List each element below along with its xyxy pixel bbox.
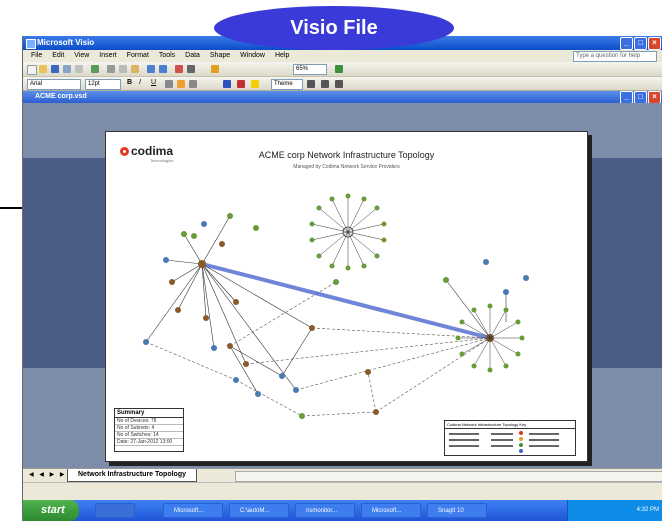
font-color-icon[interactable] — [223, 80, 231, 88]
start-button[interactable]: start — [23, 500, 79, 521]
quick-launch[interactable] — [95, 503, 135, 518]
paste-icon[interactable] — [131, 65, 139, 73]
formatting-toolbar: Arial 12pt B I U Theme — [23, 77, 662, 91]
shapes-icon[interactable] — [211, 65, 219, 73]
menu-window[interactable]: Window — [240, 52, 265, 59]
legend-heading: Codima Network Infrastructure Topology K… — [445, 421, 575, 429]
new-icon[interactable] — [27, 65, 37, 75]
summary-row: No of Switches: 14 — [115, 432, 183, 439]
line-ends-icon[interactable] — [335, 80, 343, 88]
redo-icon[interactable] — [159, 65, 167, 73]
legend-key: Codima Network Infrastructure Topology K… — [444, 420, 576, 456]
standard-toolbar: 65% — [23, 62, 662, 77]
theme-button[interactable]: Theme — [271, 79, 303, 90]
system-tray: 4:32 PM — [567, 500, 662, 521]
copy-icon[interactable] — [119, 65, 127, 73]
line-weight-icon[interactable] — [307, 80, 315, 88]
italic-button[interactable]: I — [139, 79, 147, 87]
print-icon[interactable] — [63, 65, 71, 73]
sheet-tab-bar: ◀ ◀ ▶ ▶ Network Infrastructure Topology — [23, 468, 662, 483]
menu-data[interactable]: Data — [185, 52, 200, 59]
undo-icon[interactable] — [147, 65, 155, 73]
visio-app-icon — [26, 39, 36, 49]
status-bar — [23, 482, 662, 501]
drawing-area: codima Technologies ACME corp Network In… — [23, 103, 662, 468]
menu-edit[interactable]: Edit — [52, 52, 64, 59]
clock: 4:32 PM — [636, 507, 659, 513]
help-search-input[interactable]: Type a question for help — [573, 51, 657, 62]
align-center-icon[interactable] — [177, 80, 185, 88]
align-left-icon[interactable] — [165, 80, 173, 88]
summary-row: Date: 27-Jan-2012 13:00 — [115, 439, 183, 446]
menu-insert[interactable]: Insert — [99, 52, 117, 59]
help-icon[interactable] — [335, 65, 343, 73]
taskbar-item[interactable]: Microsoft... — [163, 503, 223, 518]
top-star-cluster — [309, 193, 387, 271]
document-title: ACME corp.vsd — [35, 93, 87, 100]
summary-row: No of Subnets: 4 — [115, 425, 183, 432]
menu-format[interactable]: Format — [127, 52, 149, 59]
taskbar-item[interactable]: C:\autoM... — [229, 503, 289, 518]
summary-heading: Summary — [115, 409, 183, 418]
align-right-icon[interactable] — [189, 80, 197, 88]
bold-button[interactable]: B — [127, 79, 135, 87]
print-preview-icon[interactable] — [75, 65, 83, 73]
menu-file[interactable]: File — [31, 52, 42, 59]
fill-color-icon[interactable] — [251, 80, 259, 88]
save-icon[interactable] — [51, 65, 59, 73]
document-title-bar: ACME corp.vsd _ □ × — [23, 91, 662, 104]
open-icon[interactable] — [39, 65, 47, 73]
close-button[interactable]: × — [648, 37, 661, 50]
router-node — [198, 260, 206, 268]
taskbar-item[interactable]: Microsoft... — [361, 503, 421, 518]
diagram-title: ACME corp Network Infrastructure Topolog… — [258, 150, 435, 160]
minimize-button[interactable]: _ — [620, 37, 633, 50]
drawing-page[interactable]: codima Technologies ACME corp Network In… — [105, 131, 588, 462]
line-color-icon[interactable] — [237, 80, 245, 88]
window-title: Microsoft Visio — [37, 38, 95, 47]
sheet-nav-arrows[interactable]: ◀ ◀ ▶ ▶ — [29, 471, 66, 478]
connector-tool-icon[interactable] — [175, 65, 183, 73]
visio-file-callout: Visio File — [214, 6, 454, 50]
menu-bar: File Edit View Insert Format Tools Data … — [23, 50, 662, 62]
text-tool-icon[interactable] — [187, 65, 195, 73]
font-name-select[interactable]: Arial — [27, 79, 81, 90]
summary-row: No of Devices: 78 — [115, 418, 183, 425]
sheet-tab[interactable]: Network Infrastructure Topology — [67, 469, 197, 482]
windows-taskbar: start Microsoft... C:\autoM... nsmonitor… — [23, 500, 662, 521]
zoom-select[interactable]: 65% — [293, 64, 327, 75]
taskbar-item[interactable]: SnagIt 10 — [427, 503, 487, 518]
backbone-link — [201, 262, 491, 340]
taskbar-item[interactable]: nsmonitor... — [295, 503, 355, 518]
menu-help[interactable]: Help — [275, 52, 289, 59]
horizontal-scrollbar[interactable] — [235, 471, 662, 482]
summary-table: Summary No of Devices: 78 No of Subnets:… — [114, 408, 184, 452]
font-size-select[interactable]: 12pt — [85, 79, 121, 90]
spelling-icon[interactable] — [91, 65, 99, 73]
underline-button[interactable]: U — [151, 79, 159, 87]
diagram-subtitle: Managed by Codima Network Service Provid… — [293, 164, 400, 170]
menu-view[interactable]: View — [74, 52, 89, 59]
cut-icon[interactable] — [107, 65, 115, 73]
menu-tools[interactable]: Tools — [159, 52, 175, 59]
maximize-button[interactable]: □ — [634, 37, 647, 50]
menu-shape[interactable]: Shape — [210, 52, 230, 59]
visio-window: Microsoft Visio _ □ × File Edit View Ins… — [22, 36, 662, 521]
right-star-cluster — [443, 259, 529, 373]
line-pattern-icon[interactable] — [321, 80, 329, 88]
